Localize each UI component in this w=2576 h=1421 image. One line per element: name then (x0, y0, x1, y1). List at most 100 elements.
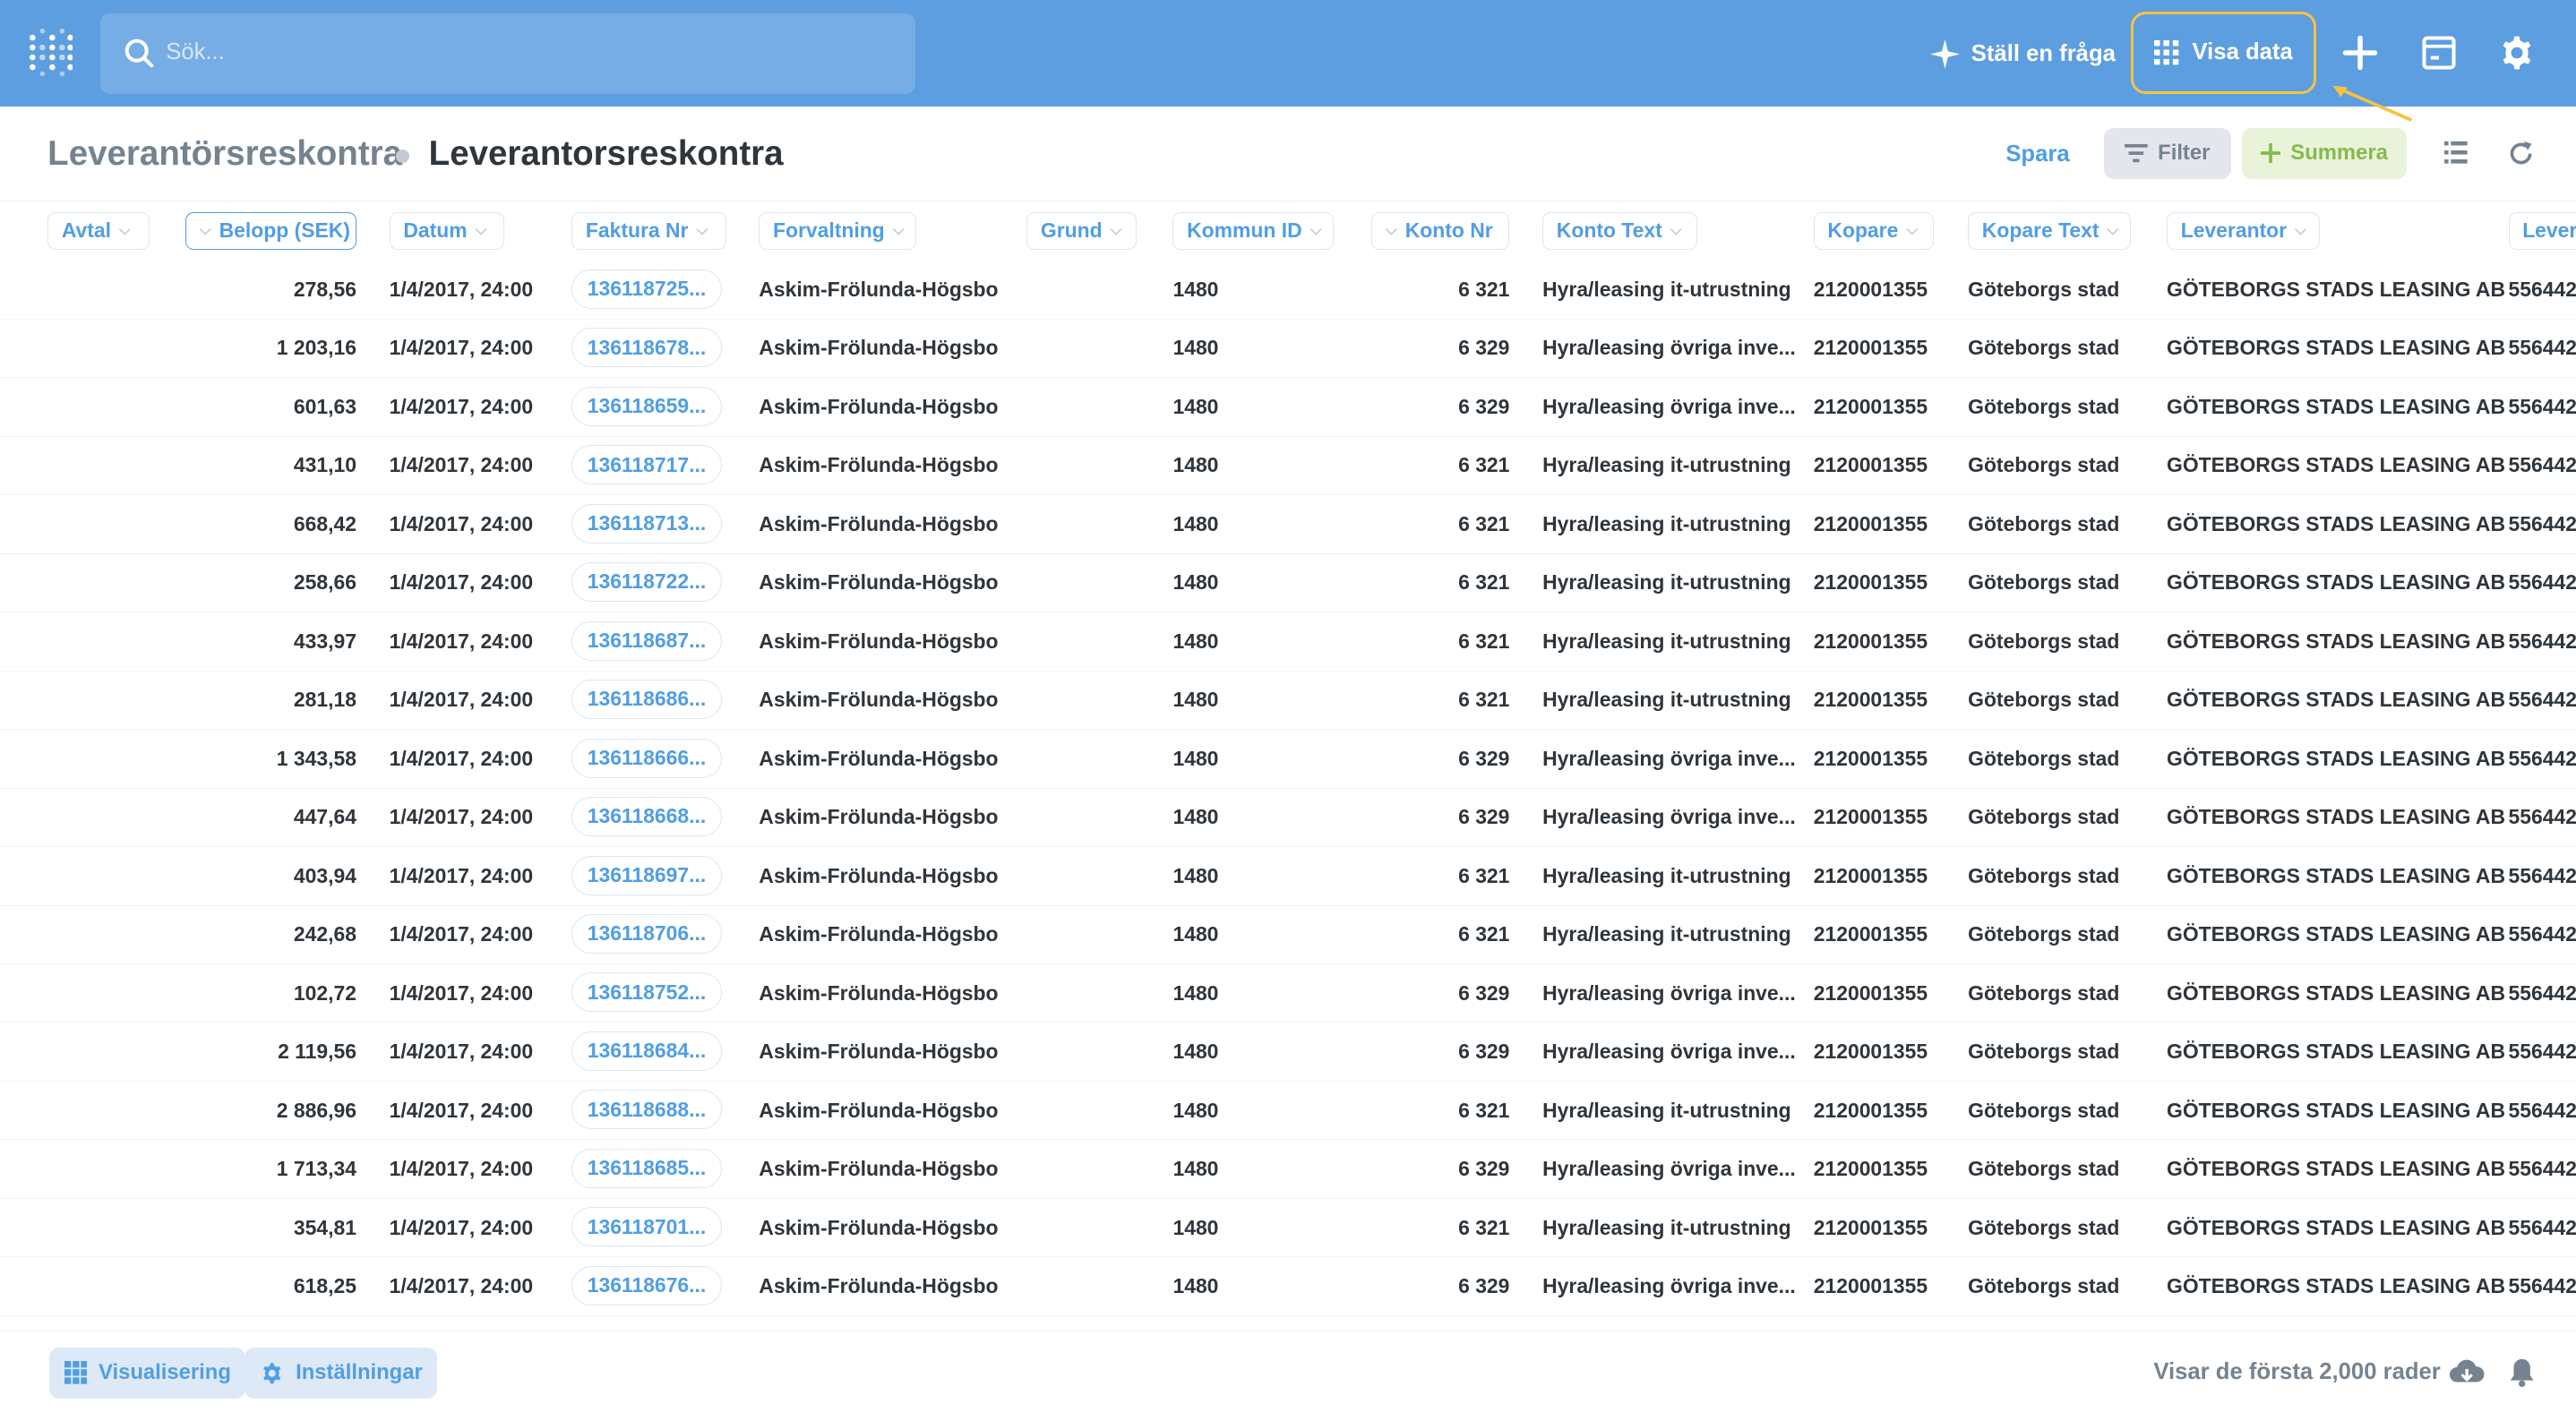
cell-faktura-nr-link[interactable]: 136118684... (571, 1031, 722, 1071)
plus-icon[interactable] (2340, 33, 2380, 73)
cell-faktura-nr-link[interactable]: 136118722... (571, 562, 722, 603)
cell-kopare-text: Göteborgs stad (1968, 277, 2120, 301)
column-header-belopp[interactable]: ⌵ Belopp (SEK) (185, 211, 356, 250)
cell-konto-text: Hyra/leasing övriga inve... (1542, 336, 1796, 360)
bell-icon[interactable] (2509, 1357, 2535, 1387)
summarize-button[interactable]: Summera (2242, 128, 2407, 179)
column-header-kopare[interactable]: Kopare ⌵ (1813, 211, 1934, 250)
cell-forvaltning: Askim-Frölunda-Högsbo (759, 1215, 999, 1239)
cell-konto-text: Hyra/leasing it-utrustning (1542, 863, 1791, 887)
column-header-leverantor-nr[interactable]: Lever (2508, 211, 2576, 250)
cell-belopp: 1 343,58 (276, 746, 356, 770)
cell-kopare: 2120001355 (1813, 336, 1928, 360)
column-header-faktura-nr[interactable]: Faktura Nr ⌵ (571, 211, 726, 250)
cell-kommun-id: 1480 (1172, 805, 1219, 829)
table-row: 431,10 1/4/2017, 24:00 136118717... Aski… (0, 435, 2576, 496)
column-header-kommun-id[interactable]: Kommun ID ⌵ (1172, 211, 1335, 250)
cell-faktura-nr-link[interactable]: 136118687... (571, 621, 722, 661)
cell-datum: 1/4/2017, 24:00 (389, 688, 534, 712)
refresh-icon[interactable] (2507, 140, 2535, 167)
cell-kopare-text: Göteborgs stad (1968, 980, 2120, 1005)
cell-kommun-id: 1480 (1172, 922, 1219, 946)
cell-faktura-nr-link[interactable]: 136118752... (571, 972, 722, 1013)
metabase-logo-icon[interactable] (26, 28, 73, 77)
settings-button[interactable]: Inställningar (245, 1347, 438, 1399)
cell-leverantor: GÖTEBORGS STADS LEASING AB (2167, 922, 2506, 946)
cell-kommun-id: 1480 (1172, 1040, 1219, 1064)
cell-leverantor: GÖTEBORGS STADS LEASING AB (2167, 1040, 2506, 1064)
cell-konto-nr: 6 321 (1458, 511, 1510, 535)
cell-faktura-nr-link[interactable]: 136118685... (571, 1148, 722, 1188)
cell-kopare: 2120001355 (1813, 511, 1928, 535)
chevron-down-icon: ⌵ (1906, 222, 1918, 239)
cell-forvaltning: Askim-Frölunda-Högsbo (759, 863, 999, 887)
cell-faktura-nr-link[interactable]: 136118701... (571, 1207, 722, 1247)
column-header-konto-text[interactable]: Konto Text ⌵ (1542, 211, 1697, 250)
cell-belopp: 2 886,96 (276, 1098, 356, 1122)
cell-kopare: 2120001355 (1813, 453, 1928, 477)
list-view-icon[interactable] (2443, 140, 2470, 166)
cell-faktura-nr-link[interactable]: 136118668... (571, 797, 722, 837)
cell-leverantor: GÖTEBORGS STADS LEASING AB (2167, 629, 2506, 653)
cell-faktura-nr-link[interactable]: 136118676... (571, 1265, 722, 1305)
cell-faktura-nr-link[interactable]: 136118659... (571, 386, 722, 426)
table-row: 1 713,34 1/4/2017, 24:00 136118685... As… (0, 1139, 2576, 1199)
visualization-button[interactable]: Visualisering (49, 1347, 246, 1399)
cell-faktura-nr-link[interactable]: 136118697... (571, 855, 722, 895)
filter-button[interactable]: Filter (2104, 128, 2231, 179)
cell-faktura-nr-link[interactable]: 136118666... (571, 738, 722, 778)
cell-forvaltning: Askim-Frölunda-Högsbo (759, 1098, 999, 1122)
column-header-avtal[interactable]: Avtal ⌵ (47, 211, 150, 250)
cell-konto-text: Hyra/leasing it-utrustning (1542, 277, 1791, 301)
cell-kopare: 2120001355 (1813, 1157, 1928, 1181)
cell-forvaltning: Askim-Frölunda-Högsbo (759, 1273, 999, 1297)
column-header-konto-nr[interactable]: ⌵ Konto Nr (1371, 211, 1510, 250)
chevron-down-icon: ⌵ (892, 222, 905, 239)
gear-icon[interactable] (2497, 33, 2537, 73)
search-bar[interactable]: Sök... (99, 13, 915, 94)
cell-belopp: 433,97 (293, 629, 356, 653)
cell-faktura-nr-link[interactable]: 136118713... (571, 503, 722, 544)
sql-editor-icon[interactable] (2419, 33, 2459, 73)
column-header-kopare-text[interactable]: Kopare Text ⌵ (1968, 211, 2131, 250)
cell-faktura-nr-link[interactable]: 136118686... (571, 680, 722, 720)
search-input[interactable]: Sök... (166, 39, 225, 65)
download-icon[interactable] (2449, 1357, 2485, 1387)
browse-data-label: Visa data (2192, 39, 2293, 65)
column-header-forvaltning[interactable]: Forvaltning ⌵ (759, 211, 917, 250)
cell-datum: 1/4/2017, 24:00 (389, 511, 534, 535)
cell-datum: 1/4/2017, 24:00 (389, 453, 534, 477)
column-header-datum[interactable]: Datum ⌵ (389, 211, 505, 250)
breadcrumb-parent[interactable]: Leverantörsreskontra (47, 134, 402, 174)
cell-kopare: 2120001355 (1813, 922, 1928, 946)
column-header-grund[interactable]: Grund ⌵ (1026, 211, 1138, 250)
cell-faktura-nr-link[interactable]: 136118706... (571, 913, 722, 954)
cell-faktura-nr-link[interactable]: 136118725... (571, 269, 722, 309)
cell-faktura-nr-link[interactable]: 136118717... (571, 445, 722, 485)
cell-leverantor-nr: 556442 (2508, 511, 2576, 535)
save-button[interactable]: Spara (2005, 141, 2069, 167)
cell-belopp: 618,25 (293, 1273, 356, 1297)
cell-konto-nr: 6 329 (1458, 1157, 1510, 1181)
table-body: 278,56 1/4/2017, 24:00 136118725... Aski… (0, 260, 2576, 1331)
cell-konto-text: Hyra/leasing övriga inve... (1542, 805, 1796, 829)
cell-faktura-nr-link[interactable]: 136118688... (571, 1090, 722, 1130)
cell-leverantor: GÖTEBORGS STADS LEASING AB (2167, 805, 2506, 829)
chevron-down-icon: ⌵ (2295, 222, 2306, 239)
chevron-down-icon: ⌵ (1386, 222, 1397, 239)
cell-faktura-nr-link[interactable]: 136118678... (571, 328, 722, 368)
cell-konto-text: Hyra/leasing it-utrustning (1542, 922, 1791, 946)
table-row: 278,56 1/4/2017, 24:00 136118725... Aski… (0, 260, 2576, 320)
column-header-leverantor[interactable]: Leverantor ⌵ (2167, 211, 2320, 250)
cell-kopare: 2120001355 (1813, 1098, 1928, 1122)
page-title[interactable]: Leverantorsreskontra (429, 134, 784, 174)
cell-datum: 1/4/2017, 24:00 (389, 922, 534, 946)
cell-kommun-id: 1480 (1172, 1273, 1219, 1297)
ask-question-button[interactable]: Ställ en fråga (1929, 36, 2116, 72)
search-icon (125, 39, 153, 68)
cell-belopp: 278,56 (293, 277, 356, 301)
cell-konto-text: Hyra/leasing övriga inve... (1542, 1273, 1796, 1297)
cell-kopare-text: Göteborgs stad (1968, 336, 2120, 360)
browse-data-button[interactable]: Visa data (2130, 11, 2317, 95)
cell-leverantor: GÖTEBORGS STADS LEASING AB (2167, 746, 2506, 770)
